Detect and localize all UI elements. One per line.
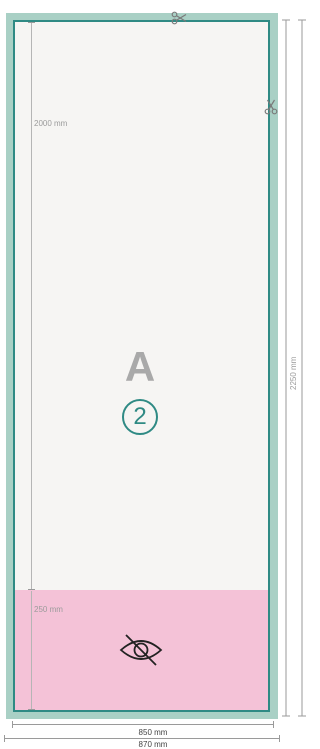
scissors-icon [171, 11, 187, 25]
total-width-cap-left [4, 735, 5, 742]
eye-slash-icon [119, 634, 163, 666]
scissors-icon [264, 99, 278, 115]
total-height-label: 2250 mm [289, 356, 298, 390]
visible-width-cap-left [12, 721, 13, 728]
visible-height-tick-bottom [28, 589, 35, 590]
panel-number-badge: 2 [122, 399, 158, 435]
total-width-cap-right [279, 735, 280, 742]
visible-width-cap-right [273, 721, 274, 728]
visible-height-tick-top [28, 22, 35, 23]
visible-width-line [12, 724, 274, 725]
panel-letter: A [124, 343, 156, 390]
visible-width-label: 850 mm [138, 728, 168, 737]
total-width-line [4, 738, 280, 739]
hidden-height-label: 250 mm [34, 605, 63, 614]
total-height-dimension: 2250 mm [282, 19, 306, 717]
panel-number: 2 [133, 403, 147, 430]
hidden-height-line [31, 591, 32, 710]
visible-height-label: 2000 mm [34, 119, 68, 128]
total-width-label: 870 mm [138, 740, 168, 749]
hidden-height-tick-bottom [28, 709, 35, 710]
visible-height-line [31, 22, 32, 590]
